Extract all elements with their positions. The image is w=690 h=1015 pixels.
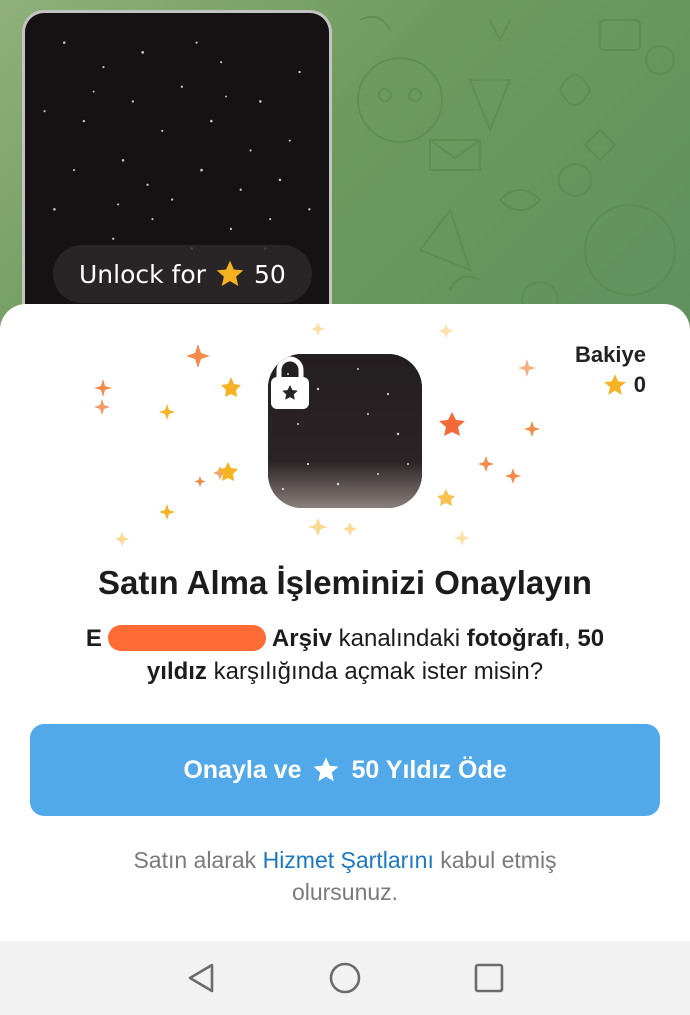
- desc-bold-photo: fotoğrafı: [466, 625, 565, 652]
- purchase-confirmation-sheet: Bakiye 0 Satın Alma İşleminizi Onaylayın…: [0, 304, 690, 941]
- unlock-button[interactable]: Unlock for 50: [53, 245, 312, 303]
- star-icon: [603, 374, 626, 395]
- lock-star-icon: [271, 356, 309, 409]
- recents-square-icon[interactable]: [472, 961, 506, 995]
- system-navigation-bar: [0, 941, 690, 1015]
- balance-value: 0: [633, 372, 646, 397]
- unlock-amount: 50: [253, 259, 286, 289]
- terms-notice: Satın alarak Hizmet Şartlarını kabul etm…: [80, 844, 610, 908]
- confirm-pay-button[interactable]: Onayla ve 50 Yıldız Öde: [30, 724, 660, 816]
- pay-button-suffix: 50 Yıldız Öde: [351, 755, 507, 784]
- sheet-title: Satın Alma İşleminizi Onaylayın: [98, 564, 592, 601]
- desc-channel-prefix: E: [85, 625, 102, 652]
- terms-of-service-link[interactable]: Hizmet Şartlarını: [263, 847, 434, 873]
- star-icon: [313, 757, 339, 782]
- redaction-mark: [107, 625, 266, 651]
- balance-title: Bakiye: [575, 342, 646, 367]
- unlock-label: Unlock for: [79, 259, 206, 289]
- purchase-description: E Arşiv kanalındaki fotoğrafı, 50 yıldız …: [60, 622, 630, 688]
- back-triangle-icon[interactable]: [184, 961, 218, 995]
- locked-media-card[interactable]: Unlock for 50: [22, 10, 332, 330]
- locked-media-thumbnail: [268, 354, 422, 508]
- balance-indicator: Bakiye 0: [575, 342, 646, 398]
- pay-button-prefix: Onayla ve: [183, 755, 302, 784]
- terms-before: Satın alarak: [133, 847, 257, 873]
- star-icon: [216, 260, 244, 286]
- desc-comma: ,: [564, 625, 571, 652]
- home-circle-icon[interactable]: [328, 961, 362, 995]
- balance-row: 0: [575, 372, 646, 398]
- desc-part1: kanalındaki: [338, 625, 461, 652]
- chat-background: Unlock for 50: [0, 0, 690, 330]
- desc-channel-tail: Arşiv: [271, 625, 332, 652]
- desc-part3: karşılığında açmak ister misin?: [213, 658, 544, 685]
